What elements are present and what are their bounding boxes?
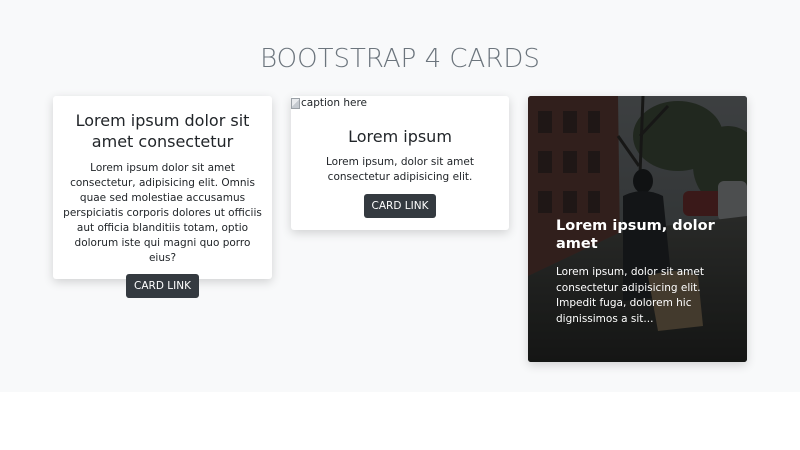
- card-title: Lorem ipsum: [348, 127, 452, 146]
- broken-image-icon: [291, 97, 300, 109]
- card-text: Lorem ipsum, dolor sit amet consectetur …: [326, 156, 474, 183]
- page-section: BOOTSTRAP 4 CARDS Lorem ipsum dolor sit …: [0, 0, 800, 392]
- card-title: Lorem ipsum, dolor amet: [556, 218, 715, 252]
- card-with-image: caption here Lorem ipsum Lorem ipsum, do…: [291, 96, 509, 230]
- image-alt-text: caption here: [301, 97, 367, 109]
- card-text: Lorem ipsum, dolor sit amet consectetur …: [556, 266, 704, 325]
- card-link-button[interactable]: CARD LINK: [363, 194, 437, 218]
- card-body: Lorem ipsum Lorem ipsum, dolor sit amet …: [301, 126, 499, 218]
- card-text: Lorem ipsum dolor sit amet consectetur, …: [63, 162, 262, 264]
- page-title: BOOTSTRAP 4 CARDS: [260, 44, 540, 74]
- card-link-button[interactable]: CARD LINK: [126, 274, 199, 298]
- card-text-only: Lorem ipsum dolor sit amet consectetur L…: [53, 96, 272, 298]
- card-image-overlay[interactable]: Lorem ipsum, dolor amet Lorem ipsum, dol…: [528, 96, 747, 362]
- card-overlay-body: Lorem ipsum, dolor amet Lorem ipsum, dol…: [556, 217, 726, 335]
- card-image: caption here: [291, 97, 367, 109]
- card-title: Lorem ipsum dolor sit amet consectetur: [75, 111, 250, 151]
